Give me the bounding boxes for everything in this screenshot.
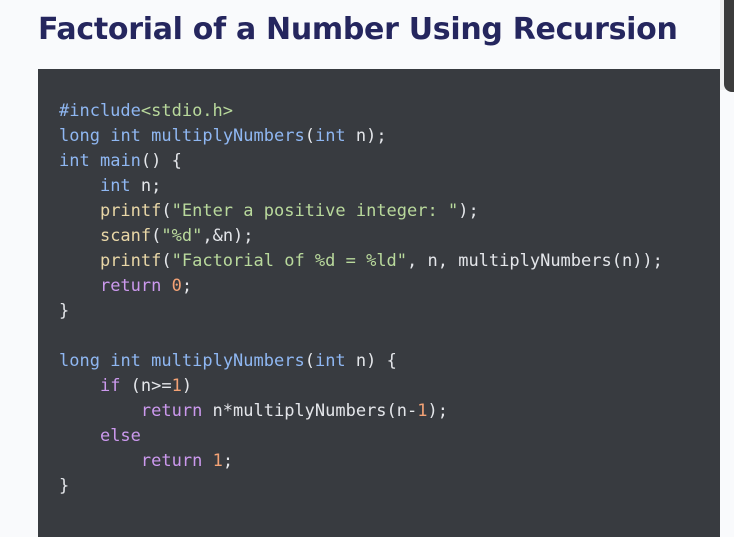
code-token: (	[161, 251, 172, 271]
code-token: n) {	[345, 351, 397, 371]
code-token: #include	[59, 101, 141, 121]
code-token: 1	[212, 451, 223, 471]
code-token: 0	[171, 276, 182, 296]
code-token: () {	[140, 151, 182, 171]
code-line: int n;	[59, 174, 663, 199]
scrollbar-thumb[interactable]	[724, 0, 734, 92]
code-token: ,&n);	[202, 226, 254, 246]
code-line: if (n>=1)	[59, 374, 663, 399]
code-line: scanf("%d",&n);	[59, 224, 663, 249]
code-token: return	[140, 451, 203, 471]
code-token: int	[110, 126, 141, 146]
code-line: long int multiplyNumbers(int n);	[59, 124, 663, 149]
page-title: Factorial of a Number Using Recursion	[38, 12, 678, 47]
code-token: }	[59, 476, 70, 496]
code-line: return 0;	[59, 274, 663, 299]
code-line: return 1;	[59, 449, 663, 474]
code-text[interactable]: #include<stdio.h> long int multiplyNumber…	[59, 99, 663, 499]
code-token: long	[59, 351, 100, 371]
code-token: printf	[99, 201, 162, 221]
code-token: multiplyNumbers	[151, 351, 305, 371]
code-line: else	[59, 424, 663, 449]
code-token: (	[304, 126, 315, 146]
code-token: );	[427, 401, 448, 421]
code-line: }	[59, 474, 663, 499]
code-token: long	[59, 126, 100, 146]
code-token: return	[99, 276, 162, 296]
code-token: (	[161, 201, 172, 221]
code-token: int	[314, 126, 346, 146]
code-token: return	[140, 401, 203, 421]
code-line: }	[59, 299, 663, 324]
code-token: multiplyNumbers	[151, 126, 305, 146]
code-token: main	[99, 151, 141, 171]
code-line: long int multiplyNumbers(int n) {	[59, 349, 663, 374]
code-token: );	[458, 201, 479, 221]
code-line: #include<stdio.h>	[59, 99, 663, 124]
code-token: int	[110, 351, 141, 371]
code-token: 1	[171, 376, 182, 396]
code-block: #include<stdio.h> long int multiplyNumber…	[38, 69, 720, 537]
code-token: <stdio.h>	[140, 101, 234, 121]
code-token: 1	[417, 401, 428, 421]
code-token: ;	[222, 451, 234, 471]
code-token: (	[151, 226, 162, 246]
code-token: if	[99, 376, 121, 396]
code-token: "%d"	[161, 226, 203, 246]
code-token: }	[59, 301, 70, 321]
code-token: printf	[99, 251, 162, 271]
code-token: int	[99, 176, 131, 196]
code-token: n*multiplyNumbers(n-	[202, 401, 418, 421]
code-line: printf("Factorial of %d = %ld", n, multi…	[59, 249, 663, 274]
code-token: n;	[130, 176, 162, 196]
code-token: )	[181, 376, 193, 396]
code-token: , n, multiplyNumbers(n));	[407, 251, 663, 271]
code-line: return n*multiplyNumbers(n-1);	[59, 399, 663, 424]
code-token: else	[99, 426, 141, 446]
code-token: "Enter a positive integer: "	[171, 201, 459, 221]
code-token: int	[59, 151, 90, 171]
code-line: int main() {	[59, 149, 663, 174]
code-token: ;	[181, 276, 193, 296]
code-token: int	[314, 351, 346, 371]
code-token: scanf	[99, 226, 152, 246]
code-line: printf("Enter a positive integer: ");	[59, 199, 663, 224]
code-token: n);	[345, 126, 387, 146]
code-token: (n>=	[120, 376, 172, 396]
code-token: (	[304, 351, 315, 371]
code-token: "Factorial of %d = %ld"	[171, 251, 408, 271]
